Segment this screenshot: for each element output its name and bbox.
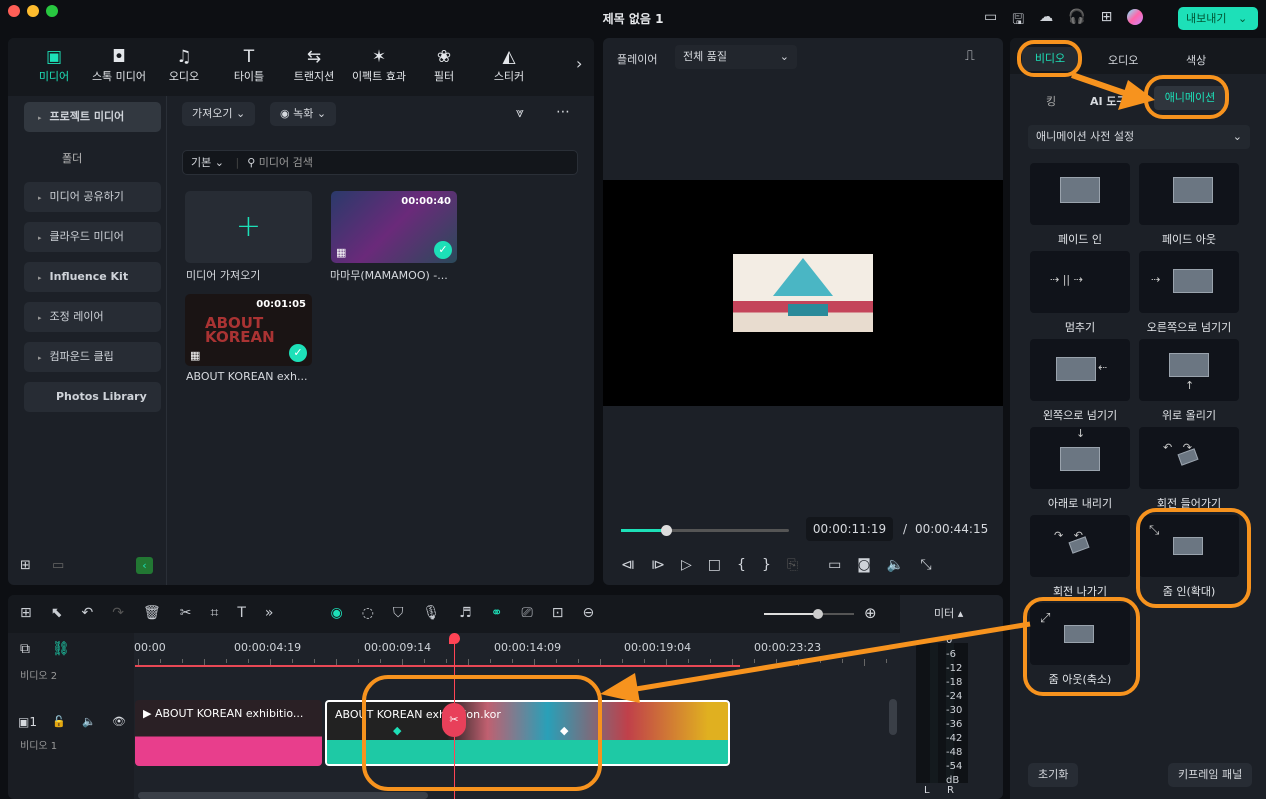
highlight-video-tab [1017,40,1082,77]
annotation-overlay [362,40,1251,791]
highlight-clip [362,675,602,791]
highlight-zoom-out [1023,597,1140,696]
highlight-animation-tab [1144,75,1229,119]
highlight-zoom-in [1136,508,1251,608]
